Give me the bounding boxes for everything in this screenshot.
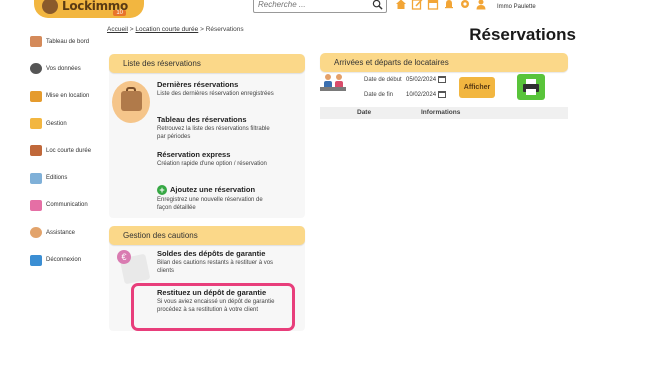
panel-title: Liste des réservations <box>109 54 305 73</box>
page-title: Réservations <box>469 25 576 44</box>
breadcrumb-section[interactable]: Location courte durée <box>135 26 198 33</box>
entry-description: Liste des dernières réservation enregist… <box>157 91 274 97</box>
home-icon[interactable] <box>395 0 407 10</box>
logo-badge: 10 <box>113 10 126 16</box>
sidebar-item-communication[interactable]: Communication <box>30 192 110 219</box>
sidebar-item-dashboard[interactable]: Tableau de bord <box>30 28 110 55</box>
sidebar: Tableau de bord Vos données Mise en loca… <box>30 28 110 274</box>
euro-deposit-icon: € <box>112 250 151 285</box>
search-box[interactable] <box>253 0 387 13</box>
sidebar-item-label: Déconnexion <box>46 257 82 264</box>
entry-reservations-table: Tableau des réservations Retrouvez la li… <box>157 115 277 141</box>
sidebar-item-label: Communication <box>46 202 88 209</box>
entry-add-reservation: + Ajoutez une réservation Enregistrez une… <box>157 185 277 212</box>
search-input[interactable] <box>258 0 368 9</box>
sidebar-item-label: Mise en location <box>46 93 90 100</box>
entry-description: Création rapide d'une option / réservati… <box>157 161 267 167</box>
bell-icon[interactable] <box>443 0 455 10</box>
sidebar-item-short-term[interactable]: Loc courte durée <box>30 137 110 164</box>
suitcase-illustration-icon <box>112 81 150 123</box>
panel-title: Gestion des cautions <box>109 226 305 245</box>
printer-icon <box>523 79 539 95</box>
express-reservation-link[interactable]: Réservation express <box>157 150 267 159</box>
editions-icon <box>30 172 42 184</box>
sidebar-item-label: Loc courte durée <box>46 147 92 154</box>
reservations-table-link[interactable]: Tableau des réservations <box>157 115 277 124</box>
entry-description: Bilan des cautions restants à restituer … <box>157 260 274 274</box>
breadcrumb-current: Réservations <box>205 26 244 33</box>
data-icon <box>30 63 42 75</box>
plus-icon: + <box>157 185 167 196</box>
column-date[interactable]: Date <box>357 109 371 116</box>
entry-express-reservation: Réservation express Création rapide d'un… <box>157 150 267 169</box>
breadcrumb: Accueil > Location courte durée > Réserv… <box>107 26 244 33</box>
deposit-balances-link[interactable]: Soldes des dépôts de garantie <box>157 249 277 258</box>
logout-icon <box>30 254 42 266</box>
reservations-panel: Liste des réservations Dernières réserva… <box>109 54 305 218</box>
print-button[interactable] <box>517 74 545 100</box>
edit-icon[interactable] <box>411 0 423 10</box>
show-button[interactable]: Afficher <box>459 77 495 98</box>
dashboard-icon <box>30 36 42 48</box>
sidebar-item-label: Editions <box>46 175 68 182</box>
search-icon[interactable] <box>372 0 383 10</box>
start-date-value: 05/02/2024 <box>406 76 437 83</box>
start-date-field[interactable]: 05/02/2024 <box>406 76 447 83</box>
gestion-icon <box>30 118 42 130</box>
sidebar-item-label: Tableau de bord <box>46 38 90 45</box>
highlight-frame <box>131 283 295 331</box>
sidebar-item-editions[interactable]: Editions <box>30 164 110 191</box>
arrivals-table-header: Date Informations <box>320 107 568 119</box>
arrivals-departures-panel: Arrivées et départs de locataires Date d… <box>320 53 568 119</box>
sidebar-item-management[interactable]: Gestion <box>30 110 110 137</box>
assistance-icon <box>30 227 42 239</box>
sidebar-item-label: Gestion <box>46 120 67 127</box>
entry-description: Retrouvez la liste des réservations filt… <box>157 126 270 140</box>
user-icon[interactable] <box>475 0 487 10</box>
reception-people-icon <box>320 74 346 91</box>
latest-reservations-link[interactable]: Dernières réservations <box>157 80 277 89</box>
column-informations[interactable]: Informations <box>421 109 460 116</box>
start-date-label: Date de début <box>364 77 402 83</box>
suitcase-icon <box>30 145 42 157</box>
end-date-label: Date de fin <box>364 92 394 98</box>
sidebar-item-rental[interactable]: Mise en location <box>30 83 110 110</box>
calendar-icon[interactable] <box>438 76 447 83</box>
end-date-field[interactable]: 10/02/2024 <box>406 91 447 98</box>
top-toolbar <box>395 0 487 10</box>
entry-description: Enregistrez une nouvelle réservation de … <box>157 197 263 211</box>
gear-icon[interactable] <box>459 0 471 10</box>
breadcrumb-separator: > <box>198 26 206 33</box>
end-date-value: 10/02/2024 <box>406 91 437 98</box>
sidebar-item-logout[interactable]: Déconnexion <box>30 246 110 273</box>
panel-title: Arrivées et départs de locataires <box>320 53 568 72</box>
logo-mascot-icon <box>42 0 58 14</box>
calendar-icon[interactable] <box>427 0 439 10</box>
breadcrumb-home[interactable]: Accueil <box>107 26 128 33</box>
sidebar-item-label: Assistance <box>46 229 76 236</box>
add-reservation-label: Ajoutez une réservation <box>170 185 256 194</box>
sidebar-item-assistance[interactable]: Assistance <box>30 219 110 246</box>
add-reservation-link[interactable]: + Ajoutez une réservation <box>157 185 277 196</box>
entry-deposit-balances: Soldes des dépôts de garantie Bilan des … <box>157 249 277 275</box>
sidebar-item-label: Vos données <box>46 65 81 72</box>
user-name[interactable]: Immo Paulette <box>497 4 536 10</box>
communication-icon <box>30 199 42 211</box>
calendar-icon[interactable] <box>438 91 447 98</box>
sidebar-item-data[interactable]: Vos données <box>30 55 110 82</box>
house-icon <box>30 90 42 102</box>
entry-latest-reservations: Dernières réservations Liste des dernièr… <box>157 80 277 99</box>
lockimmo-logo[interactable]: Lockimmo 10 <box>34 0 144 18</box>
